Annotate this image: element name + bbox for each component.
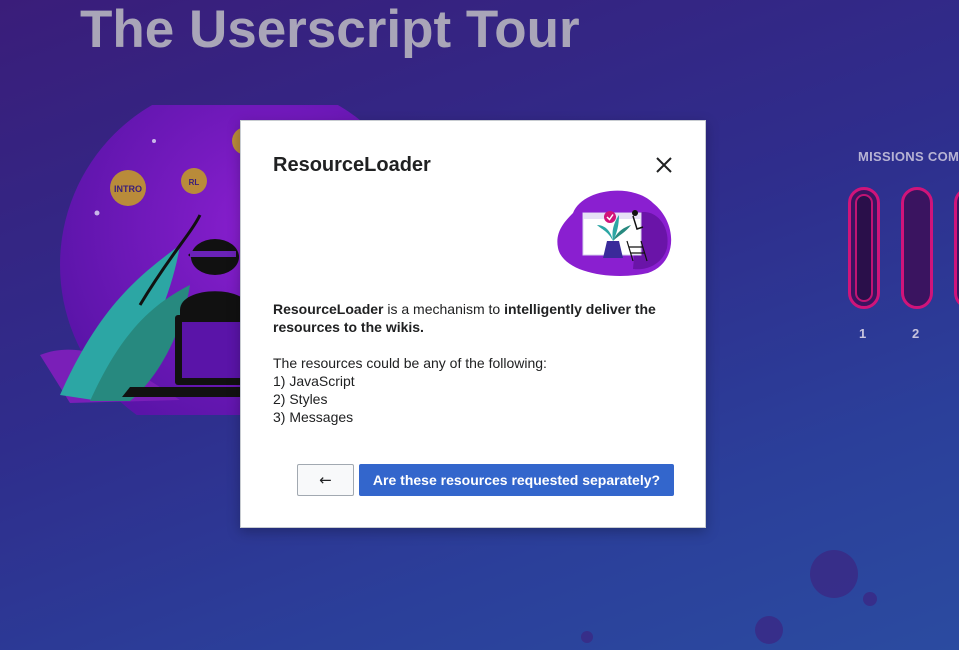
missions-label: MISSIONS COM xyxy=(858,149,959,164)
intro-badge: INTRO xyxy=(114,184,142,194)
list-item-javascript: 1) JavaScript xyxy=(273,373,355,389)
dialog-title: ResourceLoader xyxy=(273,154,431,176)
mission-1-number: 1 xyxy=(859,326,867,341)
back-button[interactable]: ← xyxy=(297,464,354,496)
close-icon xyxy=(656,157,672,173)
resourceloader-illustration xyxy=(557,190,672,276)
mission-2-number: 2 xyxy=(912,326,920,341)
close-button[interactable] xyxy=(650,151,678,179)
resourceloader-dialog: ResourceLoader ResourceLoader is a mecha… xyxy=(240,120,706,528)
mission-1-progress xyxy=(848,187,880,309)
next-question-button[interactable]: Are these resources requested separately… xyxy=(359,464,674,496)
list-intro: The resources could be any of the follow… xyxy=(273,355,547,371)
list-item-messages: 3) Messages xyxy=(273,409,354,425)
page-title: The Userscript Tour xyxy=(80,0,580,59)
intro-paragraph: ResourceLoader is a mechanism to intelli… xyxy=(273,300,678,336)
dialog-body: ResourceLoader is a mechanism to intelli… xyxy=(273,300,678,426)
decorative-bubbles xyxy=(581,550,877,644)
mission-2-progress xyxy=(901,187,933,309)
mission-3-progress xyxy=(954,187,959,309)
intro-middle: is a mechanism to xyxy=(383,301,505,317)
intro-lead: ResourceLoader xyxy=(273,301,384,317)
rl-badge: RL xyxy=(189,178,200,187)
list-item-styles: 2) Styles xyxy=(273,391,328,407)
